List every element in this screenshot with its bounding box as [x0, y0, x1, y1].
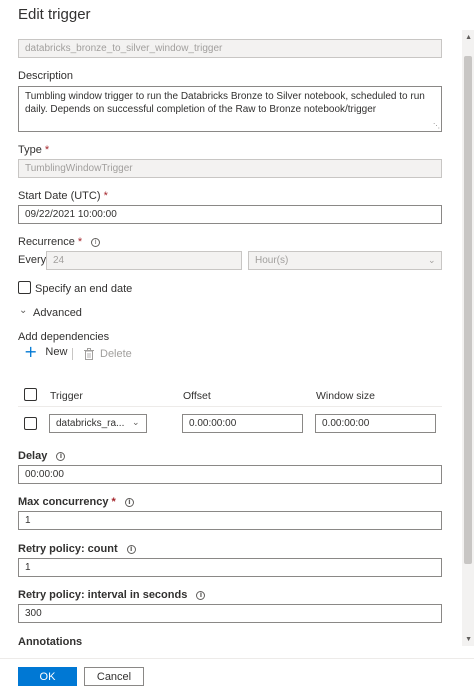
info-icon[interactable]: i — [56, 452, 66, 461]
retry-count-label-text: Retry policy: count — [18, 543, 118, 555]
type-label: Type * — [18, 144, 49, 156]
ok-button[interactable]: OK — [18, 667, 77, 686]
retry-interval-label-text: Retry policy: interval in seconds — [18, 589, 188, 601]
annotations-label: Annotations — [18, 636, 83, 648]
footer-divider — [0, 658, 474, 659]
chevron-down-icon[interactable]: ⌄ — [19, 305, 27, 316]
recurrence-interval-input: 24 — [46, 251, 242, 270]
column-header-trigger: Trigger — [50, 390, 83, 402]
delete-label: Delete — [100, 348, 132, 360]
table-header-divider — [18, 406, 442, 407]
every-label: Every — [18, 254, 47, 266]
dependency-trigger-value: databricks_ra... — [56, 418, 125, 429]
new-label: New — [45, 346, 68, 358]
panel-title: Edit trigger — [18, 6, 91, 23]
description-text: Tumbling window trigger to run the Datab… — [25, 91, 425, 115]
required-mark: * — [77, 236, 83, 248]
offset-input[interactable]: 0.00:00:00 — [182, 414, 303, 433]
trash-icon — [84, 348, 94, 360]
delay-input[interactable]: 00:00:00 — [18, 465, 442, 484]
max-concurrency-label: Max concurrency * i — [18, 496, 134, 508]
retry-interval-label: Retry policy: interval in seconds i — [18, 589, 206, 601]
delete-dependency-button[interactable]: Delete — [84, 348, 132, 360]
column-header-window-size: Window size — [316, 390, 375, 402]
end-date-checkbox[interactable] — [18, 281, 31, 294]
recurrence-unit-value: Hour(s) — [255, 255, 289, 266]
retry-interval-input[interactable]: 300 — [18, 604, 442, 623]
info-icon[interactable]: i — [91, 238, 101, 247]
scrollbar-thumb[interactable] — [464, 56, 472, 564]
cancel-button[interactable]: Cancel — [84, 667, 144, 686]
max-concurrency-input[interactable]: 1 — [18, 511, 442, 530]
delay-label-text: Delay — [18, 450, 48, 462]
type-field: TumblingWindowTrigger — [18, 159, 442, 178]
retry-count-label: Retry policy: count i — [18, 543, 136, 555]
start-date-label: Start Date (UTC) * — [18, 190, 108, 202]
trigger-name-field: databricks_bronze_to_silver_window_trigg… — [18, 39, 442, 58]
end-date-label: Specify an end date — [35, 283, 133, 295]
required-mark: * — [111, 496, 116, 508]
select-all-checkbox[interactable] — [24, 388, 37, 401]
scroll-up-icon[interactable]: ▲ — [465, 34, 472, 41]
required-mark: * — [44, 144, 50, 156]
retry-count-input[interactable]: 1 — [18, 558, 442, 577]
chevron-down-icon: ⌄ — [428, 256, 436, 266]
window-size-input[interactable]: 0.00:00:00 — [315, 414, 436, 433]
recurrence-unit-select: Hour(s) — [248, 251, 442, 270]
advanced-toggle[interactable]: Advanced — [33, 307, 82, 319]
recurrence-label-text: Recurrence — [18, 236, 75, 248]
chevron-down-icon: ⌄ — [132, 418, 140, 428]
info-icon[interactable]: i — [126, 545, 136, 554]
start-date-input[interactable]: 09/22/2021 10:00:00 — [18, 205, 442, 224]
required-mark: * — [103, 190, 108, 202]
resize-grip-icon[interactable]: ⋱ — [433, 123, 440, 130]
recurrence-label: Recurrence * i — [18, 236, 101, 248]
description-label: Description — [18, 70, 74, 82]
toolbar-divider — [72, 348, 73, 360]
max-concurrency-label-text: Max concurrency — [18, 496, 109, 508]
start-date-label-text: Start Date (UTC) — [18, 190, 101, 202]
scroll-down-icon[interactable]: ▼ — [465, 636, 472, 643]
row-checkbox[interactable] — [24, 417, 37, 430]
type-label-text: Type — [18, 144, 42, 156]
info-icon[interactable]: i — [124, 498, 134, 507]
description-textarea[interactable]: Tumbling window trigger to run the Datab… — [18, 86, 442, 132]
column-header-offset: Offset — [183, 390, 211, 402]
plus-icon: + — [24, 342, 38, 361]
info-icon[interactable]: i — [196, 591, 206, 600]
delay-label: Delay i — [18, 450, 66, 462]
new-dependency-button[interactable]: + New — [24, 342, 68, 361]
